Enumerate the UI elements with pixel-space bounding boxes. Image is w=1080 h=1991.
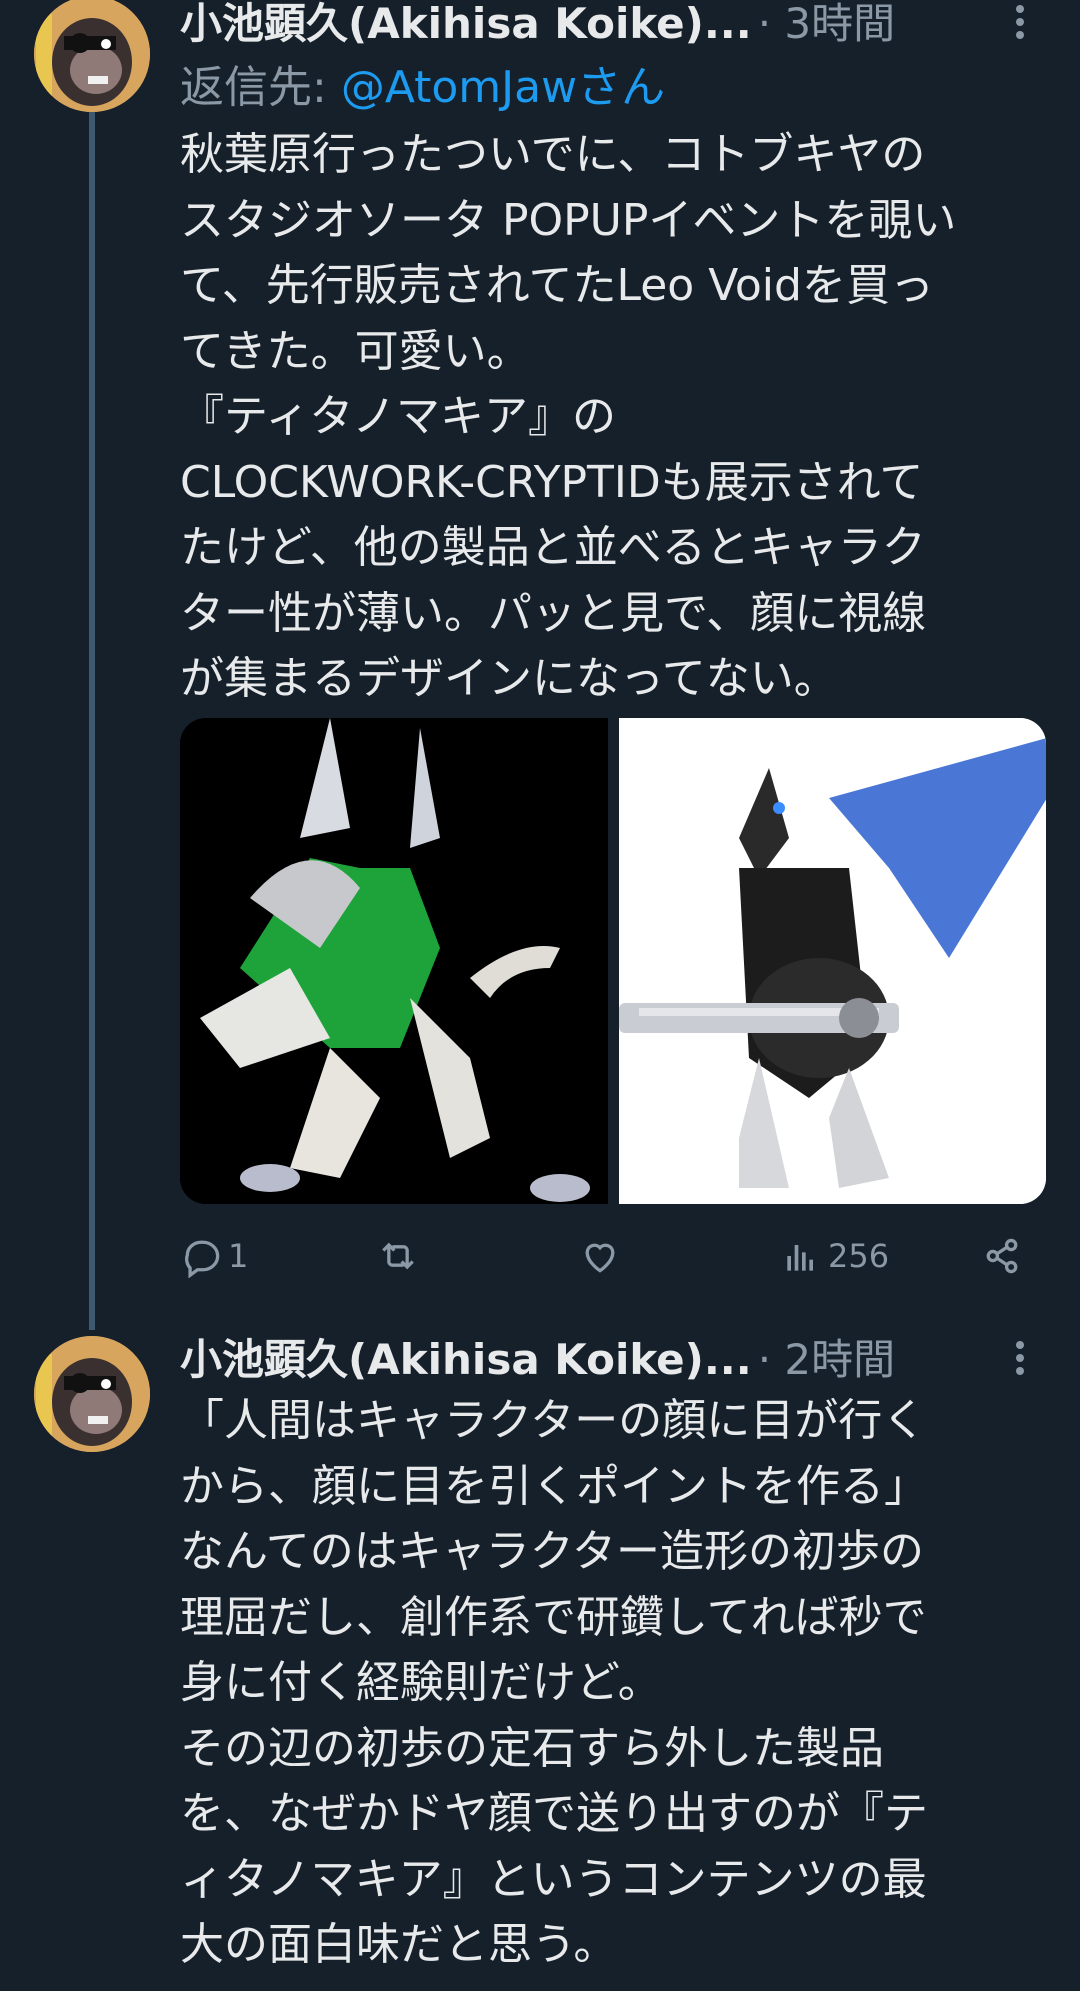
photo-black-robot[interactable] (618, 718, 1046, 1204)
tweet-text: 「人間はキャラクターの顔に目が行く から、顔に目を引くポイントを作る」 なんての… (180, 1395, 928, 1970)
like-button[interactable] (578, 1230, 622, 1282)
reply-count: 1 (228, 1237, 249, 1275)
tweet-timestamp[interactable]: · 3時間 (758, 0, 895, 56)
views-button[interactable]: 256 (780, 1230, 889, 1282)
share-button[interactable] (980, 1230, 1024, 1282)
reply-handle-link[interactable]: @AtomJawさん (341, 62, 665, 113)
green-figure-image (180, 718, 607, 1204)
retweet-icon (382, 1242, 414, 1270)
tweet-media-grid[interactable] (180, 718, 1046, 1204)
reply-prefix: 返信先: (180, 62, 341, 113)
more-vertical-icon[interactable] (1002, 1336, 1038, 1384)
retweet-button[interactable] (376, 1230, 420, 1282)
like-icon (585, 1243, 615, 1273)
views-icon (787, 1245, 813, 1271)
gorilla-avatar-image (34, 1336, 150, 1452)
author-name[interactable]: 小池顕久(Akihisa Koike)... (180, 0, 752, 56)
author-avatar[interactable] (34, 0, 150, 112)
gorilla-avatar-image (34, 0, 150, 112)
tweet-header: 小池顕久(Akihisa Koike)... · 2時間 (180, 1328, 1048, 1392)
tweet-header: 小池顕久(Akihisa Koike)... · 3時間 (180, 0, 1048, 56)
tweet-timestamp[interactable]: · 2時間 (758, 1328, 895, 1392)
share-icon (986, 1238, 1018, 1274)
author-name[interactable]: 小池顕久(Akihisa Koike)... (180, 1328, 752, 1392)
thread-connector-line (89, 105, 95, 1330)
more-vertical-icon[interactable] (1002, 0, 1038, 48)
photo-green-robot[interactable] (180, 718, 608, 1204)
reply-icon (185, 1240, 220, 1278)
reply-to-line: 返信先: @AtomJawさん (180, 56, 1048, 120)
tweet-2[interactable]: 小池顕久(Akihisa Koike)... · 2時間 「人間はキャラクターの顔… (180, 1328, 1048, 1978)
tweet-text: 秋葉原行ったついでに、コトブキヤの スタジオソータ POPUPイベントを覗い て… (180, 129, 957, 704)
author-avatar[interactable] (34, 1336, 150, 1452)
views-count: 256 (828, 1237, 890, 1275)
tweet-actions: 1 256 (180, 1230, 1048, 1282)
reply-button[interactable]: 1 (180, 1230, 248, 1282)
black-figure-image (618, 718, 1046, 1204)
tweet-1[interactable]: 小池顕久(Akihisa Koike)... · 3時間 返信先: @AtomJa… (180, 0, 1048, 712)
